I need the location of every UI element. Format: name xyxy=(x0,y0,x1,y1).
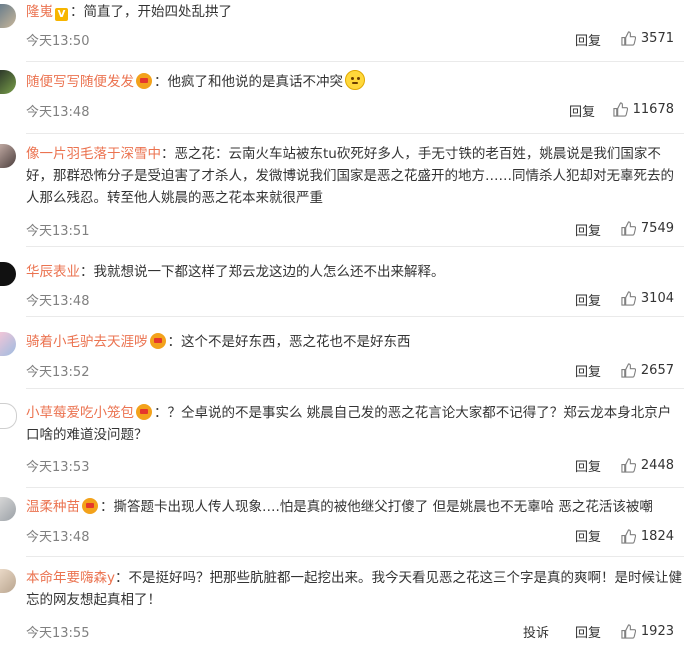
comment-item: 随便写写随便发发 ：他疯了和他说的是真话不冲突 今天13:48 回复 11678 xyxy=(0,62,690,133)
thumbs-up-icon xyxy=(621,291,636,306)
comment-text-block: 隆嵬 V ：简直了，开始四处乱拱了 xyxy=(26,1,682,23)
comment-text: ：他疯了和他说的是真话不冲突 xyxy=(154,74,343,90)
reply-button[interactable]: 回复 xyxy=(569,101,595,120)
thumbs-up-icon xyxy=(621,363,636,378)
member-crown-icon xyxy=(136,404,152,420)
member-crown-icon xyxy=(82,498,98,514)
like-count: 1824 xyxy=(640,529,674,544)
comment-text: ：我就想说一下都这样了郑云龙这边的人怎么还不出来解释。 xyxy=(80,264,445,280)
member-crown-icon xyxy=(149,333,166,349)
reply-button[interactable]: 回复 xyxy=(575,456,601,475)
username-link[interactable]: 像一片羽毛落于深雪中 xyxy=(26,146,161,162)
like-button[interactable]: 11678 xyxy=(613,102,674,117)
report-button[interactable]: 投诉 xyxy=(523,622,549,641)
like-button[interactable]: 3104 xyxy=(621,291,674,306)
comment-text-block: 骑着小毛驴去天涯哕 ：这个不是好东西，恶之花也不是好东西 xyxy=(26,331,682,353)
verified-badge-icon: V xyxy=(55,8,68,21)
reply-button[interactable]: 回复 xyxy=(575,526,601,545)
like-button[interactable]: 2448 xyxy=(621,458,674,473)
comment-text: ：这个不是好东西，恶之花也不是好东西 xyxy=(167,334,411,350)
like-button[interactable]: 7549 xyxy=(621,221,674,236)
comment-text-block: 本命年要嗨森y：不是挺好吗？把那些肮脏都一起挖出来。我今天看见恶之花这三个字是真… xyxy=(26,567,682,611)
thumbs-up-icon xyxy=(621,624,636,639)
comment-text-block: 温柔种苗 ：撕答题卡出现人传人现象….怕是真的被他继父打傻了 但是姚晨也不无辜哈 … xyxy=(26,496,682,518)
like-count: 3104 xyxy=(640,291,674,306)
reply-button[interactable]: 回复 xyxy=(575,220,601,239)
thinking-emoji-icon xyxy=(345,70,365,90)
reply-button[interactable]: 回复 xyxy=(575,30,601,49)
comment-item: 小草莓爱吃小笼包 ：？仝卓说的不是事实么 姚晨自己发的恶之花言论大家都不记得了？郑… xyxy=(0,389,690,487)
comment-item: 隆嵬 V ：简直了，开始四处乱拱了 今天13:50 回复 3571 xyxy=(0,0,690,62)
comment-item: 骑着小毛驴去天涯哕 ：这个不是好东西，恶之花也不是好东西 今天13:52 回复 2… xyxy=(0,317,690,387)
comment-text-block: 华辰表业：我就想说一下都这样了郑云龙这边的人怎么还不出来解释。 xyxy=(26,261,682,283)
avatar[interactable] xyxy=(0,332,16,356)
thumbs-up-icon xyxy=(613,102,628,117)
comment-text: ：撕答题卡出现人传人现象….怕是真的被他继父打傻了 但是姚晨也不无辜哈 恶之花活… xyxy=(100,499,653,515)
timestamp: 今天13:50 xyxy=(26,34,90,49)
timestamp: 今天13:55 xyxy=(26,626,90,641)
member-crown-icon xyxy=(136,73,152,89)
comment-text-block: 随便写写随便发发 ：他疯了和他说的是真话不冲突 xyxy=(26,70,682,93)
avatar[interactable] xyxy=(0,403,17,429)
timestamp: 今天13:53 xyxy=(26,460,90,475)
timestamp: 今天13:52 xyxy=(26,365,90,380)
thumbs-up-icon xyxy=(621,221,636,236)
like-count: 11678 xyxy=(632,102,674,117)
like-count: 3571 xyxy=(640,31,674,46)
comment-item: 像一片羽毛落于深雪中：恶之花：云南火车站被东tu砍死好多人，手无寸铁的老百姓，姚… xyxy=(0,134,690,246)
like-button[interactable]: 1824 xyxy=(621,529,674,544)
like-count: 1923 xyxy=(640,624,674,639)
comment-text: ：不是挺好吗？把那些肮脏都一起挖出来。我今天看见恶之花这三个字是真的爽啊！是时候… xyxy=(26,570,682,608)
reply-button[interactable]: 回复 xyxy=(575,361,601,380)
comment-item: 温柔种苗 ：撕答题卡出现人传人现象….怕是真的被他继父打傻了 但是姚晨也不无辜哈 … xyxy=(0,488,690,556)
timestamp: 今天13:51 xyxy=(26,224,90,239)
like-button[interactable]: 1923 xyxy=(621,624,674,639)
username-link[interactable]: 骑着小毛驴去天涯哕 xyxy=(26,334,148,350)
like-button[interactable]: 3571 xyxy=(621,31,674,46)
thumbs-up-icon xyxy=(621,31,636,46)
avatar[interactable] xyxy=(0,262,16,286)
comment-text: ：简直了，开始四处乱拱了 xyxy=(70,4,232,20)
username-link[interactable]: 温柔种苗 xyxy=(26,499,80,515)
comment-item: 华辰表业：我就想说一下都这样了郑云龙这边的人怎么还不出来解释。 今天13:48 … xyxy=(0,247,690,315)
avatar[interactable] xyxy=(0,70,16,94)
reply-button[interactable]: 回复 xyxy=(575,290,601,309)
avatar[interactable] xyxy=(0,497,16,521)
avatar[interactable] xyxy=(0,569,16,593)
timestamp: 今天13:48 xyxy=(26,294,90,309)
avatar[interactable] xyxy=(0,144,16,168)
thumbs-up-icon xyxy=(621,529,636,544)
username-link[interactable]: 随便写写随便发发 xyxy=(26,74,134,90)
username-link[interactable]: 华辰表业 xyxy=(26,264,80,280)
username-link[interactable]: 本命年要嗨森y xyxy=(26,570,115,586)
like-count: 2448 xyxy=(640,458,674,473)
avatar[interactable] xyxy=(0,4,16,28)
timestamp: 今天13:48 xyxy=(26,530,90,545)
comment-text-block: 像一片羽毛落于深雪中：恶之花：云南火车站被东tu砍死好多人，手无寸铁的老百姓，姚… xyxy=(26,143,682,209)
comment-item: 本命年要嗨森y：不是挺好吗？把那些肮脏都一起挖出来。我今天看见恶之花这三个字是真… xyxy=(0,557,690,648)
reply-button[interactable]: 回复 xyxy=(575,622,601,641)
username-link[interactable]: 隆嵬 xyxy=(26,4,53,20)
like-button[interactable]: 2657 xyxy=(621,363,674,378)
like-count: 2657 xyxy=(640,363,674,378)
thumbs-up-icon xyxy=(621,458,636,473)
like-count: 7549 xyxy=(640,221,674,236)
timestamp: 今天13:48 xyxy=(26,105,90,120)
comment-text-block: 小草莓爱吃小笼包 ：？仝卓说的不是事实么 姚晨自己发的恶之花言论大家都不记得了？郑… xyxy=(26,402,682,446)
username-link[interactable]: 小草莓爱吃小笼包 xyxy=(26,405,134,421)
